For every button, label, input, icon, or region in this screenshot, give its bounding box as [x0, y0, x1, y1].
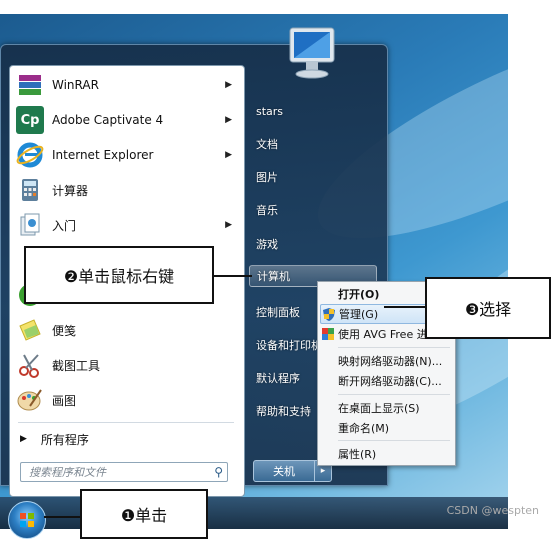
context-item-label: 管理(G)	[339, 308, 379, 321]
avg-icon	[322, 328, 334, 343]
submenu-arrow-icon: ▶	[225, 150, 232, 160]
context-item-disconnect-drive[interactable]: 断开网络驱动器(C)...	[320, 371, 453, 391]
getting-started-icon	[16, 211, 44, 239]
divider	[338, 347, 450, 348]
shutdown-button[interactable]: 关机	[253, 460, 315, 482]
divider	[338, 440, 450, 441]
program-label: 计算器	[52, 183, 89, 198]
right-item-games[interactable]: 游戏	[256, 234, 376, 254]
program-item-snipping-tool[interactable]: 截图工具	[12, 348, 240, 382]
triangle-right-icon: ▶	[20, 434, 27, 444]
program-item-sticky-notes[interactable]: 便笺	[12, 313, 240, 347]
program-label: Internet Explorer	[52, 148, 154, 162]
windows-logo-icon	[20, 513, 34, 527]
watermark: CSDN @wespten	[446, 504, 539, 517]
computer-monitor-icon	[286, 24, 338, 82]
submenu-arrow-icon: ▶	[225, 80, 232, 90]
taskbar	[0, 497, 508, 529]
program-item-getting-started[interactable]: 入门 ▶	[12, 208, 240, 242]
all-programs-button[interactable]: ▶ 所有程序	[12, 426, 240, 452]
context-item-map-drive[interactable]: 映射网络驱动器(N)...	[320, 351, 453, 371]
callout-step3: ❸选择	[425, 277, 551, 339]
divider	[18, 422, 234, 423]
divider	[338, 394, 450, 395]
calculator-icon	[16, 176, 44, 204]
paint-icon	[16, 386, 44, 414]
callout-line	[212, 275, 252, 277]
program-item-calculator[interactable]: 计算器	[12, 173, 240, 207]
shield-icon	[323, 308, 335, 324]
captivate-icon: Cp	[16, 106, 44, 134]
program-item-captivate[interactable]: Cp Adobe Captivate 4 ▶	[12, 103, 240, 137]
callout-line	[384, 306, 425, 308]
submenu-arrow-icon: ▶	[225, 220, 232, 230]
search-input[interactable]: 搜索程序和文件 ⚲	[20, 462, 228, 482]
right-item-user[interactable]: stars	[256, 101, 376, 121]
program-item-winrar[interactable]: WinRAR ▶	[12, 68, 240, 102]
internet-explorer-icon	[16, 141, 44, 169]
program-item-internet-explorer[interactable]: Internet Explorer ▶	[12, 138, 240, 172]
start-button[interactable]	[8, 501, 46, 539]
all-programs-label: 所有程序	[40, 432, 89, 447]
snipping-tool-icon	[16, 351, 44, 379]
winrar-icon	[16, 71, 44, 99]
program-label: 截图工具	[52, 358, 101, 373]
program-label: 画图	[52, 393, 77, 408]
context-item-label: 使用 AVG Free 进	[338, 328, 428, 341]
program-label: Adobe Captivate 4	[52, 113, 164, 127]
callout-step2: ❷单击鼠标右键	[24, 246, 214, 304]
search-placeholder: 搜索程序和文件	[29, 466, 106, 479]
callout-step1: ❶单击	[80, 489, 208, 539]
context-item-show-desktop[interactable]: 在桌面上显示(S)	[320, 398, 453, 418]
right-item-music[interactable]: 音乐	[256, 200, 376, 220]
program-label: 入门	[52, 218, 77, 233]
sticky-notes-icon	[16, 316, 44, 344]
right-item-documents[interactable]: 文档	[256, 134, 376, 154]
callout-line	[44, 516, 80, 518]
context-item-properties[interactable]: 属性(R)	[320, 444, 453, 464]
context-item-rename[interactable]: 重命名(M)	[320, 418, 453, 438]
program-label: 便笺	[52, 323, 77, 338]
submenu-arrow-icon: ▶	[225, 115, 232, 125]
captivate-icon-glyph: Cp	[20, 112, 40, 128]
right-item-pictures[interactable]: 图片	[256, 167, 376, 187]
program-label: WinRAR	[52, 78, 99, 92]
search-icon[interactable]: ⚲	[214, 465, 223, 479]
program-item-paint[interactable]: 画图	[12, 383, 240, 417]
